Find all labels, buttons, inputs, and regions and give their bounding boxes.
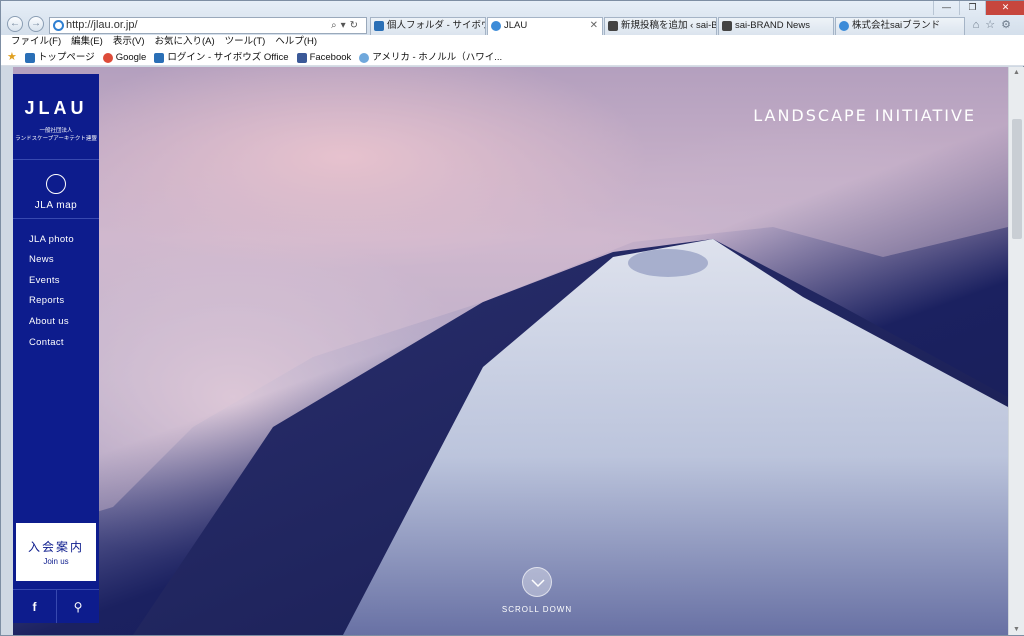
fav-cybozu-login[interactable]: ログイン - サイボウズ Office xyxy=(154,50,289,65)
menu-edit[interactable]: 編集(E) xyxy=(71,35,103,50)
forward-button[interactable]: → xyxy=(28,16,44,32)
back-button[interactable]: ← xyxy=(7,16,23,32)
divider xyxy=(13,218,99,219)
join-us-button[interactable]: 入会案内 Join us xyxy=(16,523,96,581)
fav-honolulu[interactable]: アメリカ - ホノルル（ハワイ... xyxy=(359,50,502,65)
fav-label: Facebook xyxy=(309,52,352,63)
window-controls: — ❐ ✕ xyxy=(933,1,1024,15)
browser-toolbar: ← → http://jlau.or.jp/ ⌕▾↻ 個人フォルダ - サイボウ… xyxy=(1,1,1024,36)
fav-label: Google xyxy=(115,52,147,63)
fav-top-page[interactable]: トップページ xyxy=(24,50,95,65)
tab-cybozu[interactable]: 個人フォルダ - サイボウズ Office xyxy=(370,17,486,35)
mount-fuji-photo xyxy=(13,67,1008,635)
tab-new-post[interactable]: 新規投稿を追加 ‹ sai-BRA... xyxy=(604,17,717,35)
scroll-down-button[interactable] xyxy=(522,567,552,597)
google-icon xyxy=(102,52,113,63)
tab-sai-brand[interactable]: 株式会社saiブランド xyxy=(835,17,965,35)
menu-help[interactable]: ヘルプ(H) xyxy=(275,35,317,50)
facebook-icon xyxy=(296,52,307,63)
sidebar-footer: f ⚲ xyxy=(13,589,99,623)
page-scrollbar[interactable]: ▲ ▼ xyxy=(1008,67,1024,635)
tab-label: sai-BRAND News xyxy=(735,20,810,31)
maximize-button[interactable]: ❐ xyxy=(959,1,985,15)
tab-label: 新規投稿を追加 ‹ sai-BRA... xyxy=(621,20,717,31)
facebook-icon[interactable]: f xyxy=(13,590,56,623)
browser-window: ← → http://jlau.or.jp/ ⌕▾↻ 個人フォルダ - サイボウ… xyxy=(0,0,1024,636)
nav-reports[interactable]: Reports xyxy=(29,295,64,306)
nav-events[interactable]: Events xyxy=(29,275,60,286)
fav-label: トップページ xyxy=(37,52,95,63)
join-label-jp: 入会案内 xyxy=(27,540,84,554)
tab-label: JLAU xyxy=(504,20,528,31)
sidebar: JLAU 一般社団法人 ランドスケープアーキテクト連盟 JLA map JLA … xyxy=(13,74,99,623)
fav-google[interactable]: Google xyxy=(102,50,147,65)
fav-label: ログイン - サイボウズ Office xyxy=(167,52,289,63)
nav-news[interactable]: News xyxy=(29,254,54,265)
tab-sai-news[interactable]: sai-BRAND News xyxy=(718,17,834,35)
cybozu-icon xyxy=(154,52,165,63)
logo-subtitle-org: 一般社団法人 xyxy=(39,128,73,134)
tab-jlau[interactable]: JLAU ✕ xyxy=(487,17,603,36)
menu-favorites[interactable]: お気に入り(A) xyxy=(154,35,214,50)
fav-label: アメリカ - ホノルル（ハワイ... xyxy=(372,52,503,63)
menu-view[interactable]: 表示(V) xyxy=(113,35,145,50)
sai-icon xyxy=(608,21,618,31)
ie-icon xyxy=(53,20,64,31)
ie-page-icon xyxy=(839,21,849,31)
fav-facebook[interactable]: Facebook xyxy=(296,50,352,65)
ie-toolbar-icons[interactable]: ⌂☆⚙ xyxy=(973,18,1017,31)
ie-page-icon xyxy=(359,52,370,63)
logo-subtitle-name: ランドスケープアーキテクト連盟 xyxy=(15,136,97,142)
sai-icon xyxy=(722,21,732,31)
hero-section: JLAU 一般社団法人 ランドスケープアーキテクト連盟 JLA map JLA … xyxy=(13,67,1008,635)
address-bar[interactable]: http://jlau.or.jp/ ⌕▾↻ xyxy=(49,17,367,34)
nav-contact[interactable]: Contact xyxy=(29,337,64,348)
scroll-up-arrow-icon[interactable]: ▲ xyxy=(1013,69,1020,76)
address-url[interactable]: http://jlau.or.jp/ xyxy=(66,19,138,31)
site-logo[interactable]: JLAU xyxy=(13,98,99,119)
scroll-down-label: SCROLL DOWN xyxy=(501,605,573,614)
jla-map-link[interactable]: JLA map xyxy=(13,200,99,211)
ie-page-icon xyxy=(491,21,501,31)
search-icon[interactable]: ⚲ xyxy=(56,590,99,623)
map-pin-icon[interactable] xyxy=(46,174,66,194)
minimize-button[interactable]: — xyxy=(933,1,959,15)
tab-label: 個人フォルダ - サイボウズ Office xyxy=(387,20,485,31)
scroll-down-arrow-icon[interactable]: ▼ xyxy=(1013,626,1020,633)
scrollbar-thumb[interactable] xyxy=(1012,119,1022,239)
tab-label: 株式会社saiブランド xyxy=(852,20,941,31)
nav-about-us[interactable]: About us xyxy=(29,316,69,327)
address-tools-icons[interactable]: ⌕▾↻ xyxy=(331,18,362,33)
hero-tagline: LANDSCAPE INITIATIVE xyxy=(753,106,976,125)
join-label-en: Join us xyxy=(43,557,69,566)
close-tab-icon[interactable]: ✕ xyxy=(590,18,598,34)
favorites-bar: ★ トップページ Google ログイン - サイボウズ Office Face… xyxy=(1,50,1024,66)
menu-file[interactable]: ファイル(F) xyxy=(11,35,61,50)
menu-bar: ファイル(F) 編集(E) 表示(V) お気に入り(A) ツール(T) ヘルプ(… xyxy=(1,35,1024,50)
cybozu-icon xyxy=(24,52,35,63)
nav-jla-photo[interactable]: JLA photo xyxy=(29,234,74,245)
menu-tools[interactable]: ツール(T) xyxy=(225,35,266,50)
close-window-button[interactable]: ✕ xyxy=(985,1,1024,15)
favorites-star-icon[interactable]: ★ xyxy=(7,50,17,65)
cybozu-icon xyxy=(374,21,384,31)
divider xyxy=(13,159,99,160)
chevron-down-icon xyxy=(531,579,545,588)
